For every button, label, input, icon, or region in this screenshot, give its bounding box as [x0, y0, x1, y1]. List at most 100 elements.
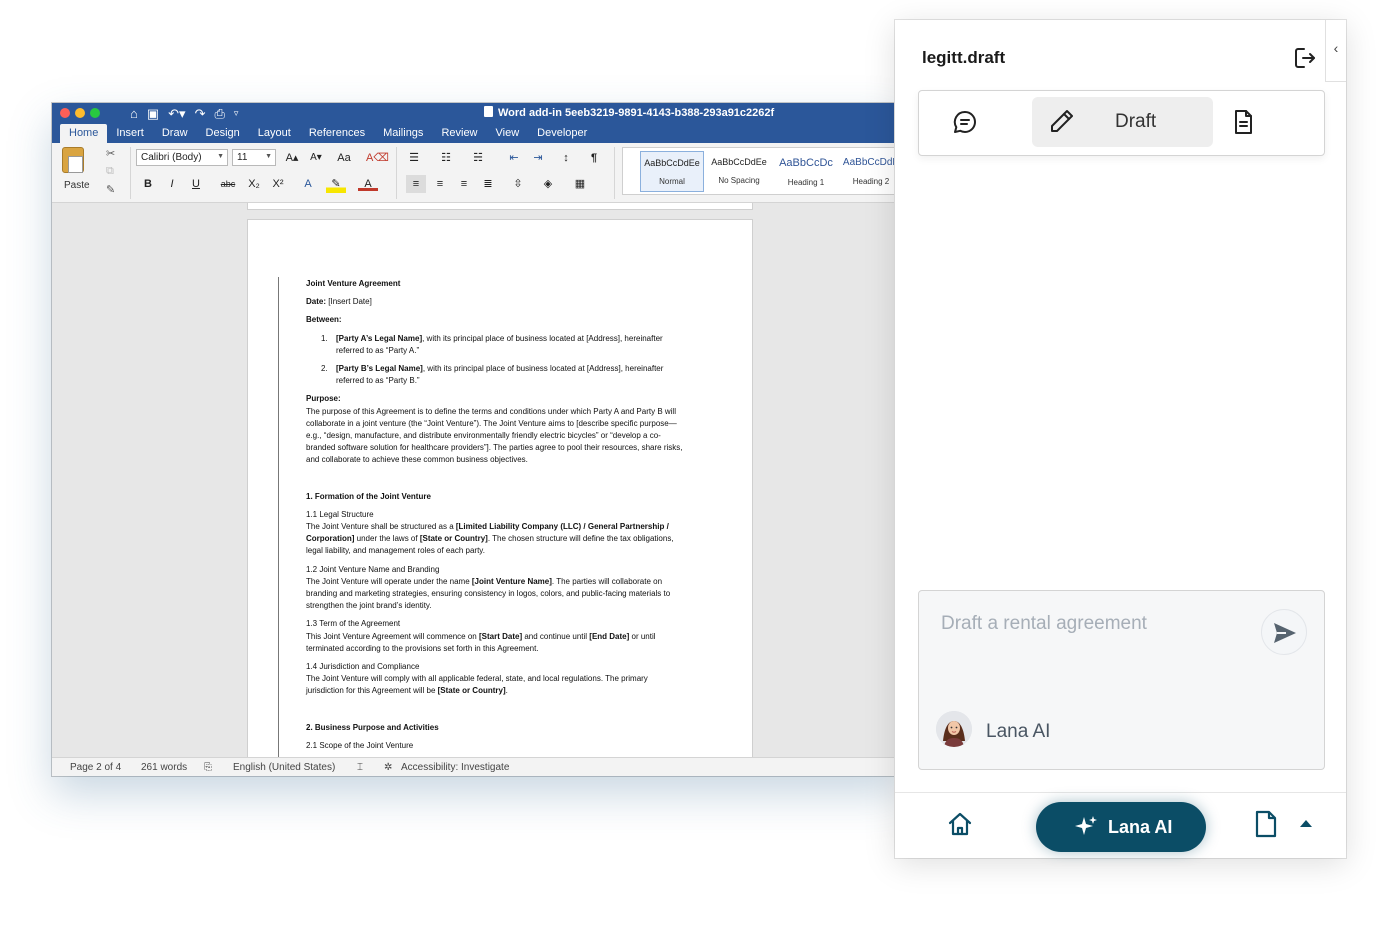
document-page[interactable]: Joint Venture Agreement Date: [Insert Da… — [248, 220, 752, 757]
style-heading-2[interactable]: AaBbCcDdE Heading 2 — [839, 151, 902, 192]
accessibility-icon[interactable]: ✲ — [384, 762, 392, 773]
style-no-spacing[interactable]: AaBbCcDdEe No Spacing — [707, 151, 771, 192]
style-normal[interactable]: AaBbCcDdEe Normal — [640, 151, 704, 192]
tab-mailings[interactable]: Mailings — [374, 124, 432, 143]
subscript-icon[interactable]: X₂ — [244, 175, 264, 193]
panel-footer: Lana AI — [895, 792, 1346, 858]
page-count[interactable]: Page 2 of 4 — [70, 762, 121, 773]
decrease-indent-icon[interactable]: ⇤ — [504, 149, 524, 167]
list-number: 2. — [321, 364, 328, 374]
document-canvas[interactable]: Joint Venture Agreement Date: [Insert Da… — [52, 203, 902, 757]
home-icon[interactable]: ⌂ — [130, 105, 138, 122]
date-label: Date: — [306, 297, 327, 307]
tab-home[interactable]: Home — [60, 124, 108, 143]
cut-icon[interactable]: ✂ — [106, 147, 115, 160]
paste-icon[interactable] — [62, 147, 84, 173]
bold-icon[interactable]: B — [138, 175, 158, 193]
change-case-icon[interactable]: Aa — [334, 149, 354, 167]
subsection-1-3: 1.3 Term of the Agreement This Joint Ven… — [306, 618, 686, 655]
document-body[interactable]: Joint Venture Agreement Date: [Insert Da… — [306, 278, 686, 752]
document-title: Joint Venture Agreement — [306, 279, 401, 288]
copy-icon[interactable]: ⧉ — [106, 165, 114, 178]
tab-draw[interactable]: Draw — [153, 124, 197, 143]
language-status[interactable]: English (United States) — [233, 762, 335, 773]
underline-icon[interactable]: U — [186, 175, 206, 193]
close-window-button[interactable] — [60, 108, 70, 118]
clear-formatting-icon[interactable]: A⌫ — [366, 149, 389, 167]
tab-layout[interactable]: Layout — [249, 124, 300, 143]
increase-indent-icon[interactable]: ⇥ — [528, 149, 548, 167]
window-title-text: Word add-in 5eeb3219-9891-4143-b388-293a… — [498, 107, 775, 119]
tab-references[interactable]: References — [300, 124, 374, 143]
document-icon[interactable] — [1229, 108, 1257, 136]
line-spacing-icon[interactable]: ⇳ — [508, 175, 528, 193]
italic-icon[interactable]: I — [162, 175, 182, 193]
legitt-panel: legitt.draft Draft Draft a rental agreem… — [895, 20, 1346, 858]
font-color-icon[interactable]: A — [358, 175, 378, 191]
home-icon[interactable] — [947, 811, 973, 837]
caret-up-icon[interactable] — [1299, 818, 1313, 828]
save-icon[interactable]: ▣ — [147, 105, 159, 122]
draft-mode-button[interactable]: Draft — [1032, 97, 1213, 147]
style-name: No Spacing — [718, 176, 760, 185]
font-name-value: Calibri (Body) — [141, 152, 202, 163]
shading-icon[interactable]: ◈ — [538, 175, 558, 193]
subsection-title: 1.3 Term of the Agreement — [306, 619, 401, 629]
send-icon — [1274, 623, 1296, 643]
paragraph: The Joint Venture will operate under the… — [306, 576, 671, 611]
collapse-panel-button[interactable]: ‹ — [1325, 20, 1346, 82]
redo-icon[interactable]: ↷ — [195, 105, 206, 122]
align-left-icon[interactable]: ≡ — [406, 175, 426, 193]
tab-review[interactable]: Review — [432, 124, 486, 143]
subsection-1-1: 1.1 Legal Structure The Joint Venture sh… — [306, 509, 686, 558]
word-count[interactable]: 261 words — [141, 762, 187, 773]
show-formatting-icon[interactable]: ¶ — [584, 149, 604, 167]
previous-page — [248, 203, 752, 209]
numbering-icon[interactable]: ☷ — [436, 149, 456, 167]
strikethrough-icon[interactable]: abc — [218, 175, 238, 193]
send-button[interactable] — [1261, 609, 1307, 655]
logout-icon[interactable] — [1293, 46, 1317, 70]
align-center-icon[interactable]: ≡ — [430, 175, 450, 193]
grow-font-icon[interactable]: A▴ — [282, 149, 302, 167]
font-name-select[interactable]: Calibri (Body) ▼ — [136, 149, 228, 166]
chat-bubble-icon[interactable] — [951, 108, 979, 136]
sort-icon[interactable]: ↕ — [556, 149, 576, 167]
minimize-window-button[interactable] — [75, 108, 85, 118]
justify-icon[interactable]: ≣ — [478, 175, 498, 193]
shrink-font-icon[interactable]: A▾ — [306, 149, 326, 167]
purpose-heading: Purpose: — [306, 394, 341, 404]
quick-access-toolbar: ⌂ ▣ ↶▾ ↷ ⎙ ▿ — [130, 105, 238, 122]
tab-view[interactable]: View — [487, 124, 529, 143]
format-painter-icon[interactable]: ✎ — [106, 183, 115, 196]
superscript-icon[interactable]: X² — [268, 175, 288, 193]
zoom-window-button[interactable] — [90, 108, 100, 118]
date-line: Date: [Insert Date] — [306, 296, 686, 308]
agent-name: Lana AI — [986, 721, 1051, 742]
lana-ai-button[interactable]: Lana AI — [1036, 802, 1206, 852]
accessibility-status[interactable]: Accessibility: Investigate — [401, 762, 509, 773]
text-predictions-icon[interactable]: ⌶ — [357, 762, 363, 773]
bullets-icon[interactable]: ☰ — [404, 149, 424, 167]
tab-design[interactable]: Design — [197, 124, 249, 143]
highlight-icon[interactable]: ✎ — [326, 175, 346, 193]
paragraph: The Joint Venture will comply with all a… — [306, 674, 648, 696]
undo-icon[interactable]: ↶▾ — [168, 105, 185, 122]
customize-toolbar-icon[interactable]: ▿ — [234, 105, 239, 122]
style-heading-1[interactable]: AaBbCcDc Heading 1 — [774, 151, 838, 192]
prompt-input[interactable] — [941, 613, 1251, 635]
print-icon[interactable]: ⎙ — [214, 105, 224, 122]
borders-icon[interactable]: ▦ — [570, 175, 590, 193]
align-right-icon[interactable]: ≡ — [454, 175, 474, 193]
font-size-select[interactable]: 11 ▼ — [232, 149, 276, 166]
tab-developer[interactable]: Developer — [528, 124, 596, 143]
proofing-icon[interactable]: ⎘ — [204, 762, 212, 773]
file-icon[interactable] — [1253, 810, 1279, 838]
tab-insert[interactable]: Insert — [107, 124, 153, 143]
multilevel-list-icon[interactable]: ☵ — [468, 149, 488, 167]
parties-list: 1. [Party A’s Legal Name], with its princ… — [321, 333, 686, 388]
style-sample: AaBbCcDdEe — [644, 158, 700, 168]
text-effects-icon[interactable]: A — [298, 175, 318, 193]
paste-button-label[interactable]: Paste — [64, 180, 90, 191]
